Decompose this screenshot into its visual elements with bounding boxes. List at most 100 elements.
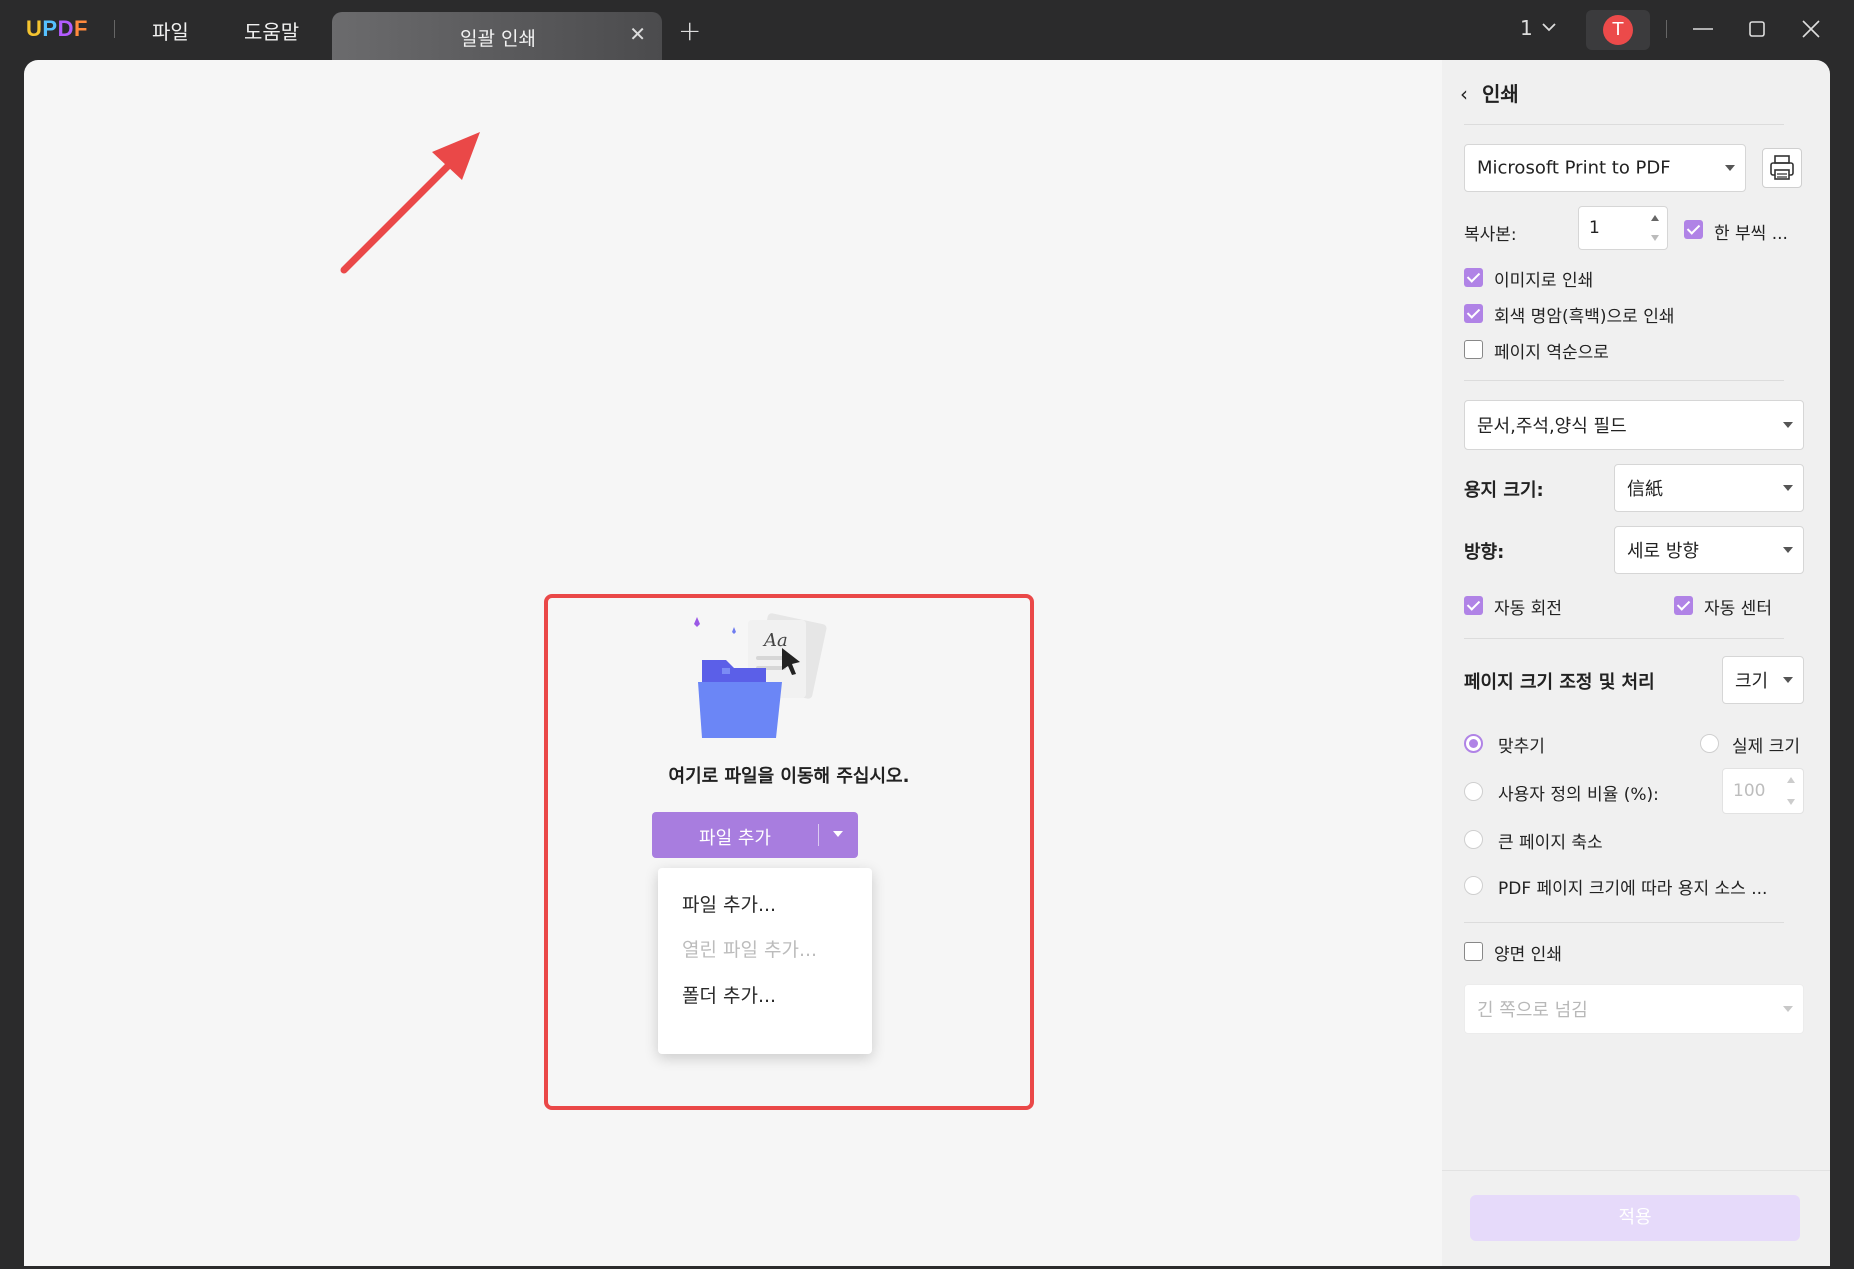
copies-stepper[interactable]: 1	[1578, 206, 1668, 250]
panel-header: ‹ 인쇄	[1460, 78, 1519, 107]
dropdown-caret-icon[interactable]	[833, 831, 843, 837]
custom-scale-label: 사용자 정의 비율 (%):	[1498, 785, 1659, 805]
back-chevron-icon[interactable]: ‹	[1460, 82, 1468, 106]
red-arrow-annotation	[340, 132, 480, 274]
decrement-icon[interactable]	[1651, 235, 1659, 241]
close-icon[interactable]: ✕	[629, 22, 646, 46]
avatar: T	[1603, 15, 1633, 45]
paper-size-select[interactable]: 信紙	[1614, 464, 1804, 512]
divider	[1464, 638, 1784, 639]
print-as-image-label: 이미지로 인쇄	[1494, 271, 1594, 291]
menu-item-add-folder[interactable]: 폴더 추가...	[682, 981, 776, 1008]
duplex-label: 양면 인쇄	[1494, 945, 1562, 965]
tab-label: 일괄 인쇄	[460, 28, 536, 50]
apply-button[interactable]: 적용	[1470, 1195, 1800, 1241]
flip-select: 긴 쪽으로 넘김	[1464, 984, 1804, 1034]
apply-footer: 적용	[1442, 1170, 1830, 1266]
add-file-menu: 파일 추가... 열린 파일 추가... 폴더 추가...	[658, 868, 872, 1054]
add-file-label: 파일 추가	[699, 828, 771, 849]
title-separator	[114, 20, 115, 38]
logo-letter-f: F	[73, 16, 88, 41]
collate-checkbox[interactable]	[1684, 220, 1703, 239]
logo-letter-u: U	[26, 16, 43, 41]
printer-select[interactable]: Microsoft Print to PDF	[1464, 144, 1746, 192]
caret-down-icon	[1783, 485, 1793, 491]
add-tab-icon[interactable]: +	[678, 14, 701, 47]
page-sizing-value: 크기	[1735, 671, 1769, 692]
button-divider	[818, 824, 819, 846]
minimize-icon[interactable]	[1688, 14, 1718, 44]
fit-radio[interactable]	[1464, 734, 1483, 753]
decrement-icon	[1787, 799, 1795, 805]
orientation-value: 세로 방향	[1627, 541, 1699, 562]
title-bar: UPDF 파일 도움말 일괄 인쇄 ✕ + 1 T	[0, 0, 1854, 60]
printer-properties-button[interactable]	[1762, 148, 1802, 188]
divider	[1464, 380, 1784, 381]
window-count[interactable]: 1	[1520, 16, 1533, 40]
custom-scale-input: 100	[1722, 768, 1804, 814]
menu-help[interactable]: 도움말	[244, 16, 299, 45]
caret-down-icon	[1783, 1006, 1793, 1012]
auto-center-checkbox[interactable]	[1674, 596, 1693, 615]
logo-letter-d: D	[57, 16, 74, 41]
panel-title: 인쇄	[1482, 82, 1519, 106]
caret-down-icon	[1783, 422, 1793, 428]
flip-value: 긴 쪽으로 넘김	[1477, 1000, 1588, 1021]
printer-icon	[1770, 155, 1794, 180]
caret-down-icon	[1783, 677, 1793, 683]
reverse-pages-checkbox[interactable]	[1464, 340, 1483, 359]
tab-batch-print[interactable]: 일괄 인쇄 ✕	[332, 12, 662, 60]
close-window-icon[interactable]	[1796, 14, 1826, 44]
window-edge	[1830, 60, 1854, 1269]
grayscale-label: 회색 명암(흑백)으로 인쇄	[1494, 307, 1675, 327]
auto-rotate-checkbox[interactable]	[1464, 596, 1483, 615]
orientation-label: 방향:	[1464, 542, 1505, 563]
title-separator	[1666, 20, 1667, 38]
caret-down-icon	[1725, 165, 1735, 171]
logo-letter-p: P	[42, 16, 58, 41]
collate-label: 한 부씩 ...	[1714, 224, 1788, 244]
updf-logo: UPDF	[26, 16, 88, 42]
svg-text:Aa: Aa	[762, 630, 788, 651]
actual-size-radio[interactable]	[1700, 734, 1719, 753]
menu-item-add-open-files: 열린 파일 추가...	[682, 939, 818, 961]
page-sizing-select[interactable]: 크기	[1722, 656, 1804, 704]
duplex-checkbox[interactable]	[1464, 942, 1483, 961]
caret-down-icon	[1783, 547, 1793, 553]
maximize-icon[interactable]	[1742, 14, 1772, 44]
shrink-large-radio[interactable]	[1464, 830, 1483, 849]
account-button[interactable]: T	[1586, 10, 1650, 50]
orientation-select[interactable]: 세로 방향	[1614, 526, 1804, 574]
custom-scale-value: 100	[1733, 781, 1766, 801]
shrink-large-label: 큰 페이지 축소	[1498, 833, 1603, 853]
copies-label: 복사본:	[1464, 225, 1517, 245]
folder-documents-illustration: Aa	[694, 613, 827, 738]
actual-size-label: 실제 크기	[1732, 737, 1800, 757]
copies-value: 1	[1589, 218, 1600, 238]
menu-item-add-files[interactable]: 파일 추가...	[682, 890, 776, 917]
print-as-image-checkbox[interactable]	[1464, 268, 1483, 287]
divider	[1464, 124, 1784, 125]
custom-scale-radio[interactable]	[1464, 782, 1483, 801]
content-select[interactable]: 문서,주석,양식 필드	[1464, 400, 1804, 450]
increment-icon[interactable]	[1651, 215, 1659, 221]
fit-label: 맞추기	[1498, 737, 1545, 757]
printer-value: Microsoft Print to PDF	[1477, 157, 1671, 179]
add-file-button[interactable]: 파일 추가	[652, 812, 858, 858]
paper-source-label: PDF 페이지 크기에 따라 용지 소스 ...	[1498, 879, 1768, 899]
menu-file[interactable]: 파일	[152, 16, 189, 45]
print-settings-panel: ‹ 인쇄 Microsoft Print to PDF 복사본: 1 한 부씩 .…	[1442, 60, 1830, 1266]
drop-message: 여기로 파일을 이동해 주십시오.	[668, 766, 910, 787]
drop-area: Aa 여기로 파일을 이동해 주십시오. 파일 추가 파일 추가... 열린 파…	[24, 60, 1442, 1266]
chevron-down-icon[interactable]	[1540, 18, 1558, 36]
paper-size-label: 용지 크기:	[1464, 480, 1544, 501]
auto-center-label: 자동 센터	[1704, 599, 1772, 619]
reverse-pages-label: 페이지 역순으로	[1494, 343, 1609, 363]
divider	[1464, 922, 1784, 923]
auto-rotate-label: 자동 회전	[1494, 599, 1562, 619]
file-drop-zone[interactable]: Aa 여기로 파일을 이동해 주십시오. 파일 추가 파일 추가... 열린 파…	[544, 594, 1034, 1110]
grayscale-checkbox[interactable]	[1464, 304, 1483, 323]
paper-source-radio[interactable]	[1464, 876, 1483, 895]
content-value: 문서,주석,양식 필드	[1477, 416, 1627, 437]
paper-size-value: 信紙	[1627, 479, 1663, 500]
